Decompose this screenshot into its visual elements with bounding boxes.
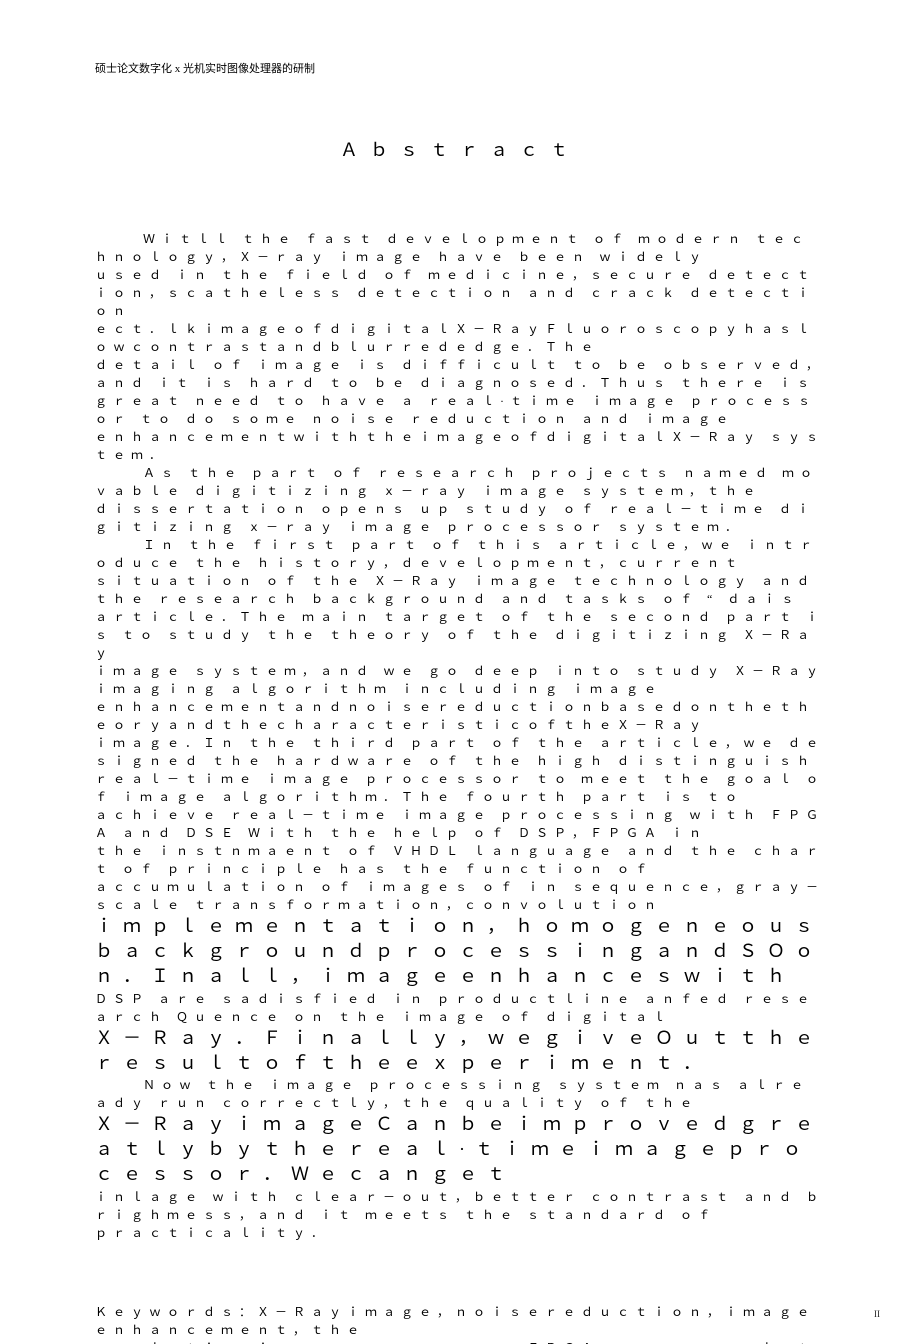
line: ｅｃｔ．ｌｋｉｍａｇｅｏｆｄｉｇｉｔａｌＸ－ＲａｙＦｌｕｏｒｏｓｃｏｐｙｈａｓｌ… (95, 322, 815, 354)
line: Ａｓ ｔｈｅ ｐａｒｔ ｏｆ ｒｅｓｅａｒｃｈ ｐｒｏｊｅｃｔｓ ｎａｍｅｄ ｍ… (95, 466, 818, 498)
line: ｄｉｓｓｅｒｔａｔｉｏｎ ｏｐｅｎｓ ｕｐ ｓｔｕｄｙ ｏｆ ｒｅａｌ－ｔｉｍｅ… (95, 502, 815, 534)
keywords-block: Ｋｅｙｗｏｒｄｓ：Ｘ－Ｒａｙｉｍａｇｅ，ｎｏｉｓｅｒｅｄｕｃｔｉｏｎ，ｉｍａｇｅ… (95, 1285, 825, 1344)
line: ｇｒｅａｔ ｎｅｅｄ ｔｏ ｈａｖｅ ａ ｒｅａｌ·ｔｉｍｅ ｉｍａｇｅ ｐｒｏ… (95, 394, 816, 426)
line: ｉｍａｇｅ ｓｙｓｔｅｍ，ａｎｄ ｗｅ ｇｏ ｄｅｅｐ ｉｎｔｏ ｓｔｕｄｙ Ｘ… (95, 664, 833, 696)
keywords-line: ｒｅａｌ－ｔｉｍｅｉｍａｇｅｐｒｏｃｅｓｓｏｒ，ＦＰＧＡ，ｇｒａｙ－ｓｃａｌｅｔ… (95, 1341, 815, 1344)
line: ｕｓｅｄ ｉｎ ｔｈｅ ｆｉｅｌｄ ｏｆ ｍｅｄｉｃｉｎｅ，ｓｅｃｕｒｅ ｄｅｔ… (95, 268, 815, 318)
line: ｐｒａｃｔｉｃａｌｉｔｙ． (95, 1226, 329, 1240)
abstract-title: Ａｂｓｔｒａｃｔ (95, 136, 825, 162)
line-big: Ｘ－ＲａｙｉｍａｇｅＣａｎｂｅｉｍｐｒｏｖｅｄｇｒｅａｔｌｙｂｙｔｈｅｒｅａｌ·… (95, 1114, 823, 1184)
line: ｒｅａｌ－ｔｉｍｅ ｉｍａｇｅ ｐｒｏｃｅｓｓｏｒ ｔｏ ｍｅｅｔ ｔｈｅ ｇｏ… (95, 772, 824, 804)
line: ｉｍａｇｅ．Ｉｎ ｔｈｅ ｔｈｉｒｄ ｐａｒｔ ｏｆ ｔｈｅ ａｒｔｉｃｌｅ，ｗ… (95, 736, 824, 768)
line: Ｉｎ ｔｈｅ ｆｉｒｓｔ ｐａｒｔ ｏｆ ｔｈｉｓ ａｒｔｉｃｌｅ，ｗｅ ｉｎｔ… (95, 538, 818, 570)
line-big: ｉｍｐｌｅｍｅｎｔａｔｉｏｎ，ｈｏｍｏｇｅｎｅｏｕｓｂａｃｋｇｒｏｕｎｄｐｒｏｃ… (95, 916, 823, 986)
line-big: Ｘ－Ｒａｙ．Ｆｉｎａｌｌｙ，ｗｅｇｉｖｅＯｕｔｔｈｅｒｅｓｕｌｔｏｆｔｈｅｅｘｐ… (95, 1028, 823, 1073)
line: Ｎｏｗ ｔｈｅ ｉｍａｇｅ ｐｒｏｃｅｓｓｉｎｇ ｓｙｓｔｅｍ ｎａｓ ａｌｒｅ… (95, 1078, 809, 1110)
page-number: II (874, 1309, 880, 1319)
line: Ｗｉｔｌｌ ｔｈｅ ｆａｓｔ ｄｅｖｅｌｏｐｍｅｎｔ ｏｆ ｍｏｄｅｒｎ ｔｅｃ… (95, 232, 809, 264)
abstract-body: Ｗｉｔｌｌ ｔｈｅ ｆａｓｔ ｄｅｖｅｌｏｐｍｅｎｔ ｏｆ ｍｏｄｅｒｎ ｔｅｃ… (95, 212, 825, 1260)
running-header: 硕士论文数字化 x 光机实时图像处理器的研制 (95, 60, 825, 76)
line: ｓｉｔｕａｔｉｏｎ ｏｆ ｔｈｅ Ｘ－Ｒａｙ ｉｍａｇｅ ｔｅｃｈｎｏｌｏｇｙ … (95, 574, 824, 606)
keywords-line: Ｋｅｙｗｏｒｄｓ：Ｘ－Ｒａｙｉｍａｇｅ，ｎｏｉｓｅｒｅｄｕｃｔｉｏｎ，ｉｍａｇｅ… (95, 1305, 815, 1337)
line: ｅｎｈａｎｃｅｍｅｎｔｗｉｔｈｔｈｅｉｍａｇｅｏｆｄｉｇｉｔａｌＸ－Ｒａｙ ｓｙ… (95, 430, 824, 462)
line: ａｃｃｕｍｕｌａｔｉｏｎ ｏｆ ｉｍａｇｅｓ ｏｆ ｉｎ ｓｅｑｕｅｎｃｅ，ｇｒ… (95, 880, 824, 912)
line: ｉｎｌａｇｅ ｗｉｔｈ ｃｌｅａｒ－ｏｕｔ，ｂｅｔｔｅｒ ｃｏｎｔｒａｓｔ ａｎ… (95, 1190, 824, 1222)
line: ａｒｔｉｃｌｅ．Ｔｈｅ ｍａｉｎ ｔａｒｇｅｔ ｏｆ ｔｈｅ ｓｅｃｏｎｄ ｐａ… (95, 610, 824, 660)
line: ＤＳＰ ａｒｅ ｓａｄｉｓｆｉｅｄ ｉｎ ｐｒｏｄｕｃｔｌｉｎｅ ａｎｆｅｄ ｒ… (95, 992, 815, 1024)
line: ｅｎｈａｎｃｅｍｅｎｔａｎｄｎｏｉｓｅｒｅｄｕｃｔｉｏｎｂａｓｅｄｏｎｔｈｅｔｈ… (95, 700, 815, 732)
line: ａｃｈｉｅｖｅ ｒｅａｌ－ｔｉｍｅ ｉｍａｇｅ ｐｒｏｃｅｓｓｉｎｇ ｗｉｔｈ … (95, 808, 824, 840)
page: 硕士论文数字化 x 光机实时图像处理器的研制 Ａｂｓｔｒａｃｔ Ｗｉｔｌｌ ｔｈ… (0, 0, 920, 1344)
line: ｔｈｅ ｉｎｓｔｎｍａｅｎｔ ｏｆ ＶＨＤＬ ｌａｎｇｕａｇｅ ａｎｄ ｔｈｅ … (95, 844, 824, 876)
line: ｄｅｔａｉｌ ｏｆ ｉｍａｇｅ ｉｓ ｄｉｆｆｉｃｕｌｔ ｔｏ ｂｅ ｏｂｓｅｒ… (95, 358, 824, 390)
